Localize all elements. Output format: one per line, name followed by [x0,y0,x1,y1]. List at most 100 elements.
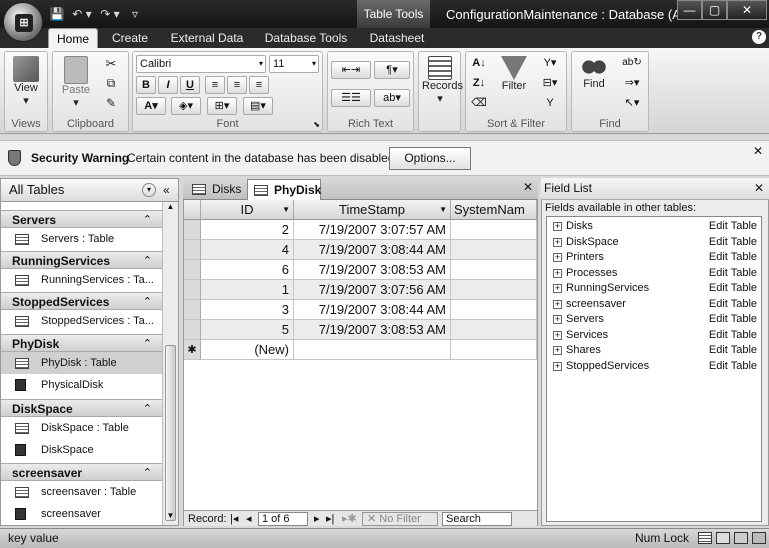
edit-table-link[interactable]: Edit Table [709,312,757,327]
format-painter-icon[interactable]: ✎ [103,96,119,110]
field-list-table[interactable]: + Shares Edit Table [553,343,759,358]
close-security-bar-icon[interactable]: ✕ [753,144,763,158]
tab-datasheet[interactable]: Datasheet [362,28,432,48]
office-button[interactable]: ⊞ [3,2,43,42]
tab-create[interactable]: Create [106,28,154,48]
edit-table-link[interactable]: Edit Table [709,297,757,312]
align-left-icon[interactable]: ≡ [205,76,225,94]
align-center-icon[interactable]: ≡ [227,76,247,94]
edit-table-link[interactable]: Edit Table [709,359,757,374]
clear-sort-icon[interactable]: ⌫ [469,95,489,113]
sort-ascending-icon[interactable]: A↓ [469,55,489,73]
chevron-down-icon[interactable]: ▼ [282,200,290,219]
italic-button[interactable]: I [158,76,178,94]
cell-id[interactable]: 3 [201,300,294,320]
paragraph-icon[interactable]: ¶▾ [374,61,410,79]
cell-timestamp[interactable]: 7/19/2007 3:08:53 AM [294,320,451,340]
options-button[interactable]: Options... [389,147,471,170]
expand-icon[interactable]: + [553,330,562,340]
sort-descending-icon[interactable]: Z↓ [469,75,489,93]
font-color-icon[interactable]: A▾ [136,97,166,115]
redo-icon[interactable]: ↷ ▾ [98,7,122,21]
record-selector[interactable] [184,320,201,340]
alternate-fill-icon[interactable]: ▤▾ [243,97,273,115]
edit-table-link[interactable]: Edit Table [709,343,757,358]
nav-group-servers[interactable]: Servers ⌃ [1,210,162,228]
cell-system[interactable] [451,240,537,260]
field-list-table[interactable]: + DiskSpace Edit Table [553,235,759,250]
cell-timestamp[interactable]: 7/19/2007 3:07:56 AM [294,280,451,300]
record-selector[interactable] [184,220,201,240]
nav-item[interactable]: StoppedServices : Ta... [1,310,162,332]
collapse-chevron-icon[interactable]: ⌃ [143,252,152,270]
doc-tab-phydisk[interactable]: PhyDisk [247,179,321,200]
cell-system[interactable] [451,280,537,300]
nav-item[interactable]: RunningServices : Ta... [1,269,162,291]
expand-icon[interactable]: + [553,268,562,278]
cell-system[interactable] [451,220,537,240]
filter-button[interactable]: Filter [496,56,532,92]
scroll-up-icon[interactable]: ▲ [163,202,178,216]
undo-icon[interactable]: ↶ ▾ [70,7,94,21]
cell-timestamp[interactable]: 7/19/2007 3:08:53 AM [294,260,451,280]
field-list-table[interactable]: + StoppedServices Edit Table [553,359,759,374]
doc-tab-disks[interactable]: Disks [186,179,246,200]
previous-record-icon[interactable]: ◂ [246,511,252,527]
cell-id[interactable]: 1 [201,280,294,300]
group-records[interactable]: Records ▾ [418,51,463,132]
search-input[interactable]: Search [442,512,512,526]
edit-table-link[interactable]: Edit Table [709,250,757,265]
field-list-table[interactable]: + RunningServices Edit Table [553,281,759,296]
copy-icon[interactable]: ⧉ [103,76,119,91]
cell-system[interactable] [451,300,537,320]
field-list-table[interactable]: + Processes Edit Table [553,266,759,281]
close-button[interactable]: ✕ [727,0,767,20]
record-selector[interactable] [184,300,201,320]
cell-id[interactable]: 6 [201,260,294,280]
field-list-table[interactable]: + Servers Edit Table [553,312,759,327]
edit-table-link[interactable]: Edit Table [709,281,757,296]
new-record-icon[interactable]: ▸✱ [342,511,357,527]
scroll-thumb[interactable] [165,345,176,521]
font-dialog-launcher-icon[interactable]: ⬊ [313,120,320,129]
nav-item[interactable]: Servers : Table [1,228,162,250]
nav-menu-chevron-icon[interactable]: ▾ [142,183,156,197]
new-row-cell[interactable] [451,340,537,360]
save-icon[interactable]: 💾 [48,7,66,21]
bold-button[interactable]: B [136,76,156,94]
go-to-icon[interactable]: ⇒▾ [620,75,644,93]
font-size-select[interactable]: 11 ▾ [269,55,319,73]
column-header-id[interactable]: ID ▼ [201,200,294,220]
nav-group-runningservices[interactable]: RunningServices ⌃ [1,251,162,269]
advanced-filter-icon[interactable]: ⊟▾ [538,75,562,93]
close-document-icon[interactable]: ✕ [523,180,533,194]
shutter-bar-close-icon[interactable]: « [163,179,170,201]
first-record-icon[interactable]: |◂ [230,511,238,527]
field-list-table[interactable]: + Disks Edit Table [553,219,759,234]
replace-icon[interactable]: ab↻ [620,55,644,73]
record-selector[interactable] [184,260,201,280]
record-selector[interactable] [184,240,201,260]
no-filter-button[interactable]: ✕ No Filter [362,512,438,526]
nav-item[interactable]: screensaver : Table [1,481,162,503]
nav-item[interactable]: DiskSpace : Table [1,417,162,439]
expand-icon[interactable]: + [553,346,562,355]
cell-timestamp[interactable]: 7/19/2007 3:08:44 AM [294,300,451,320]
column-header-systemname[interactable]: SystemNam [451,200,537,220]
nav-group-stoppedservices[interactable]: StoppedServices ⌃ [1,292,162,310]
customize-qat-icon[interactable]: ▿ [126,7,144,21]
toggle-filter-icon[interactable]: Y [538,95,562,113]
highlight-icon[interactable]: ab▾ [374,89,410,107]
collapse-chevron-icon[interactable]: ⌃ [143,211,152,229]
cell-id[interactable]: 4 [201,240,294,260]
cell-system[interactable] [451,320,537,340]
edit-table-link[interactable]: Edit Table [709,328,757,343]
align-right-icon[interactable]: ≡ [249,76,269,94]
cell-id[interactable]: 5 [201,320,294,340]
cell-timestamp[interactable]: 7/19/2007 3:08:44 AM [294,240,451,260]
datasheet-view-icon[interactable] [698,532,712,544]
nav-group-diskspace[interactable]: DiskSpace ⌃ [1,399,162,417]
last-record-icon[interactable]: ▸| [326,511,334,527]
next-record-icon[interactable]: ▸ [314,511,320,527]
tab-home[interactable]: Home [48,28,98,48]
